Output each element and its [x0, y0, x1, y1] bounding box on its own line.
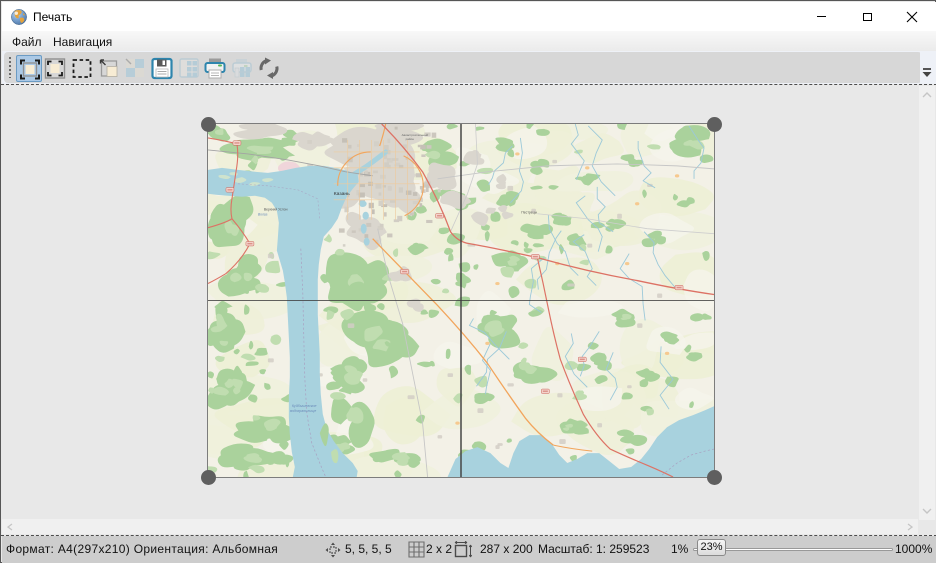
svg-text:Волга: Волга [258, 213, 268, 217]
svg-text:Пестрецы: Пестрецы [521, 211, 537, 215]
svg-text:район: район [406, 137, 415, 141]
svg-text:Верхний Услон: Верхний Услон [264, 208, 288, 212]
svg-text:Казань: Казань [334, 191, 350, 197]
svg-text:водохранилище: водохранилище [290, 409, 316, 413]
svg-text:Куйбышевское: Куйбышевское [292, 404, 317, 408]
